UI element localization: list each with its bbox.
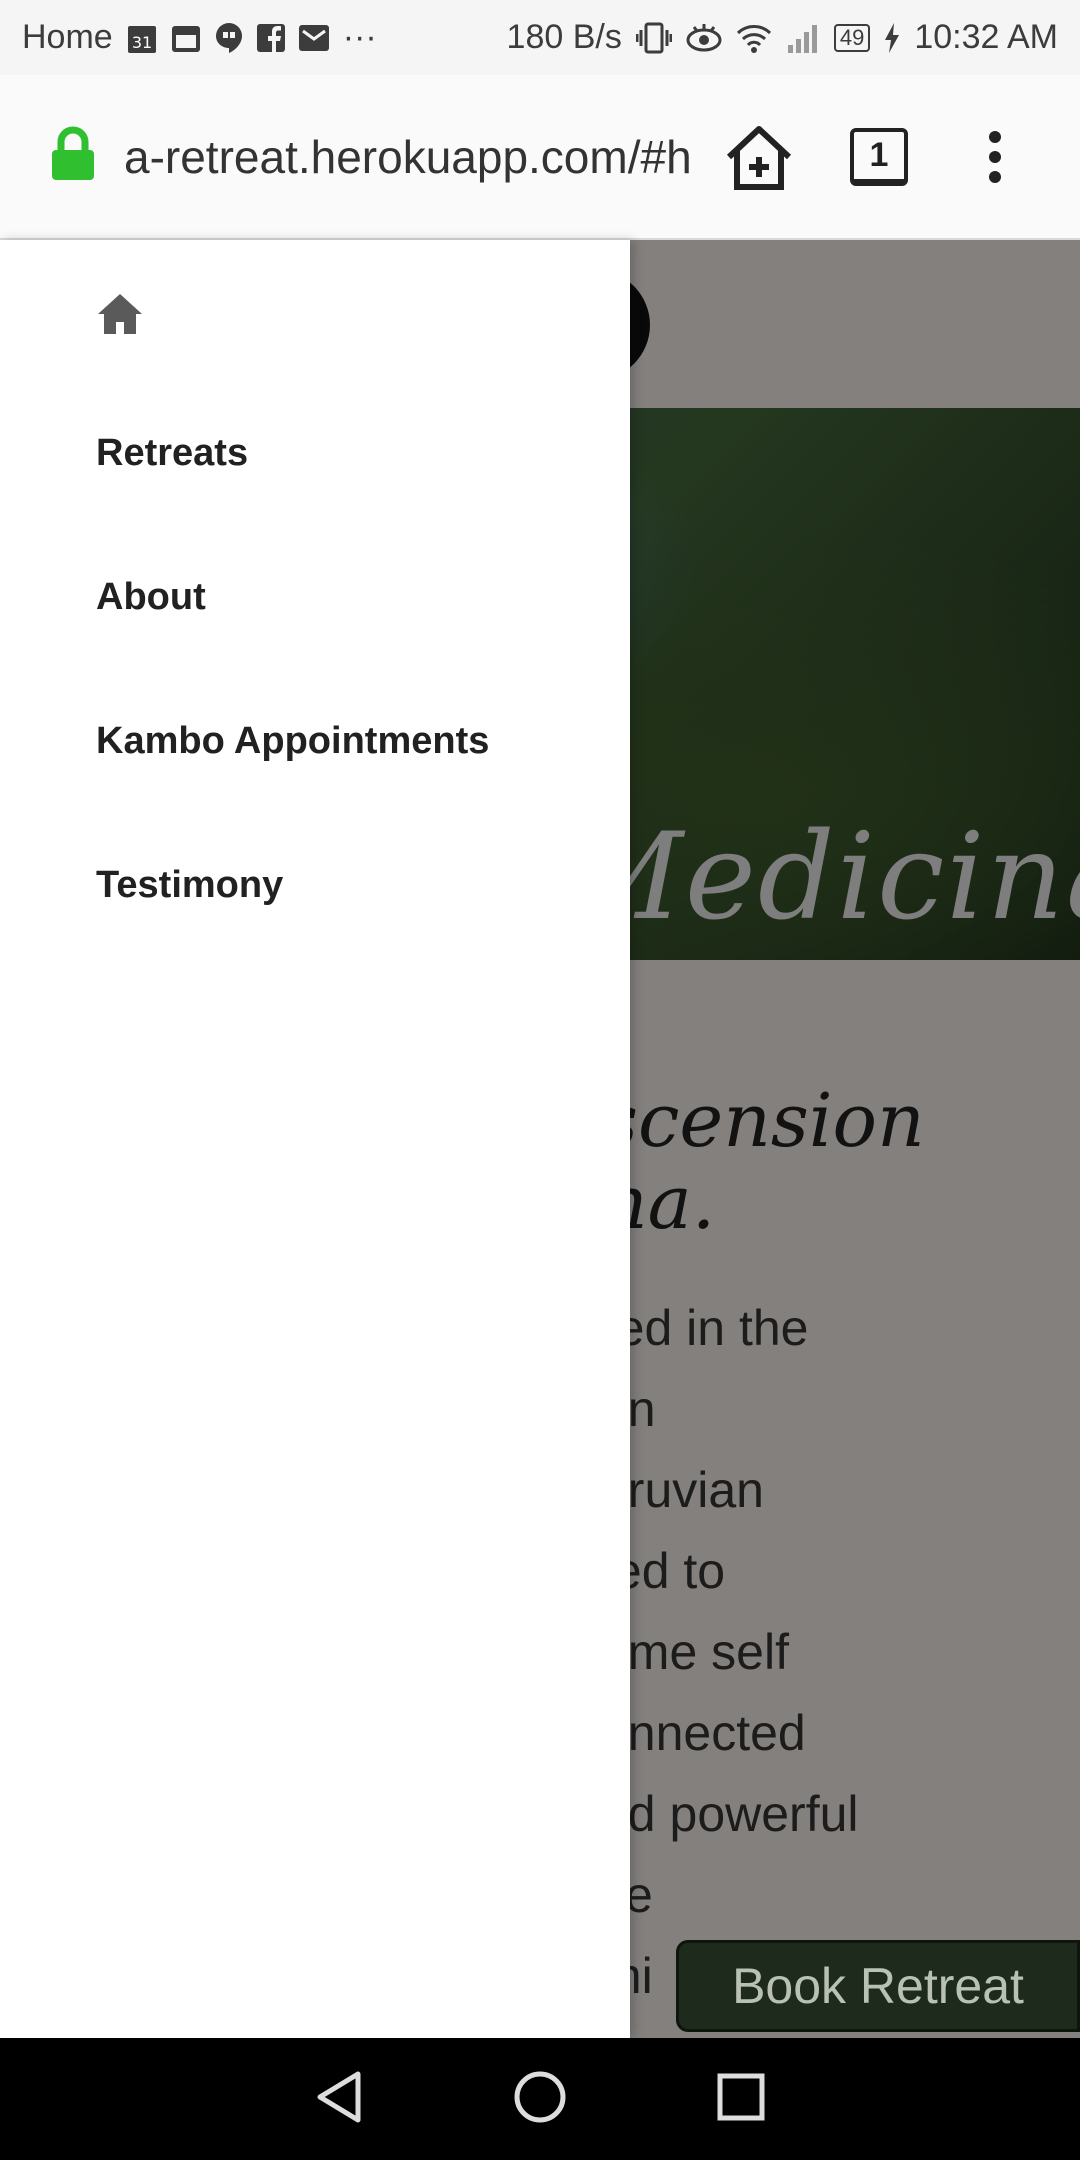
drawer-item-retreats[interactable]: Retreats xyxy=(96,432,248,475)
recents-button[interactable] xyxy=(716,2072,766,2127)
back-button[interactable] xyxy=(314,2070,364,2129)
book-retreat-button[interactable]: Book Retreat xyxy=(676,1940,1080,2032)
drawer-home-link[interactable] xyxy=(96,292,144,341)
calendar-app-icon xyxy=(171,23,201,53)
menu-button[interactable] xyxy=(950,112,1040,202)
charging-icon xyxy=(884,22,900,53)
browser-toolbar: a-retreat.herokuapp.com/#h 1 xyxy=(0,75,1080,240)
add-to-home-button[interactable] xyxy=(714,112,804,202)
eye-comfort-icon xyxy=(686,23,722,53)
tab-count: 1 xyxy=(850,127,908,186)
status-bar: Home 31 ··· 180 B/s 49 10:32 AM xyxy=(0,0,1080,75)
hangouts-icon xyxy=(215,22,243,54)
signal-icon xyxy=(786,23,820,53)
home-button[interactable] xyxy=(512,2069,568,2130)
vibrate-icon xyxy=(635,22,672,54)
back-icon xyxy=(317,2071,361,2122)
lock-icon xyxy=(50,126,96,187)
clock: 10:32 AM xyxy=(914,18,1058,56)
calendar-icon: 31 xyxy=(127,22,157,54)
home-icon xyxy=(98,294,142,334)
drawer-item-testimony[interactable]: Testimony xyxy=(96,864,283,907)
nav-drawer: Retreats About Kambo Appointments Testim… xyxy=(0,240,630,2038)
url-bar[interactable]: a-retreat.herokuapp.com/#h xyxy=(50,126,694,187)
recents-icon xyxy=(717,2073,765,2120)
battery-indicator: 49 xyxy=(833,23,871,52)
svg-text:31: 31 xyxy=(132,33,152,52)
drawer-item-about[interactable]: About xyxy=(96,576,206,619)
overflow-menu-icon xyxy=(989,130,1001,183)
home-circle-icon xyxy=(514,2071,566,2122)
gmail-icon xyxy=(298,24,329,51)
network-speed: 180 B/s xyxy=(506,18,622,56)
add-to-home-icon xyxy=(726,125,792,190)
status-home-label: Home xyxy=(22,18,113,56)
url-text[interactable]: a-retreat.herokuapp.com/#h xyxy=(124,130,694,184)
tab-switcher-button[interactable]: 1 xyxy=(834,112,924,202)
facebook-icon xyxy=(256,23,285,52)
more-notifications-icon: ··· xyxy=(342,18,377,56)
system-nav-bar xyxy=(0,2038,1080,2160)
wifi-icon xyxy=(736,23,772,53)
drawer-item-kambo-appointments[interactable]: Kambo Appointments xyxy=(96,720,489,763)
